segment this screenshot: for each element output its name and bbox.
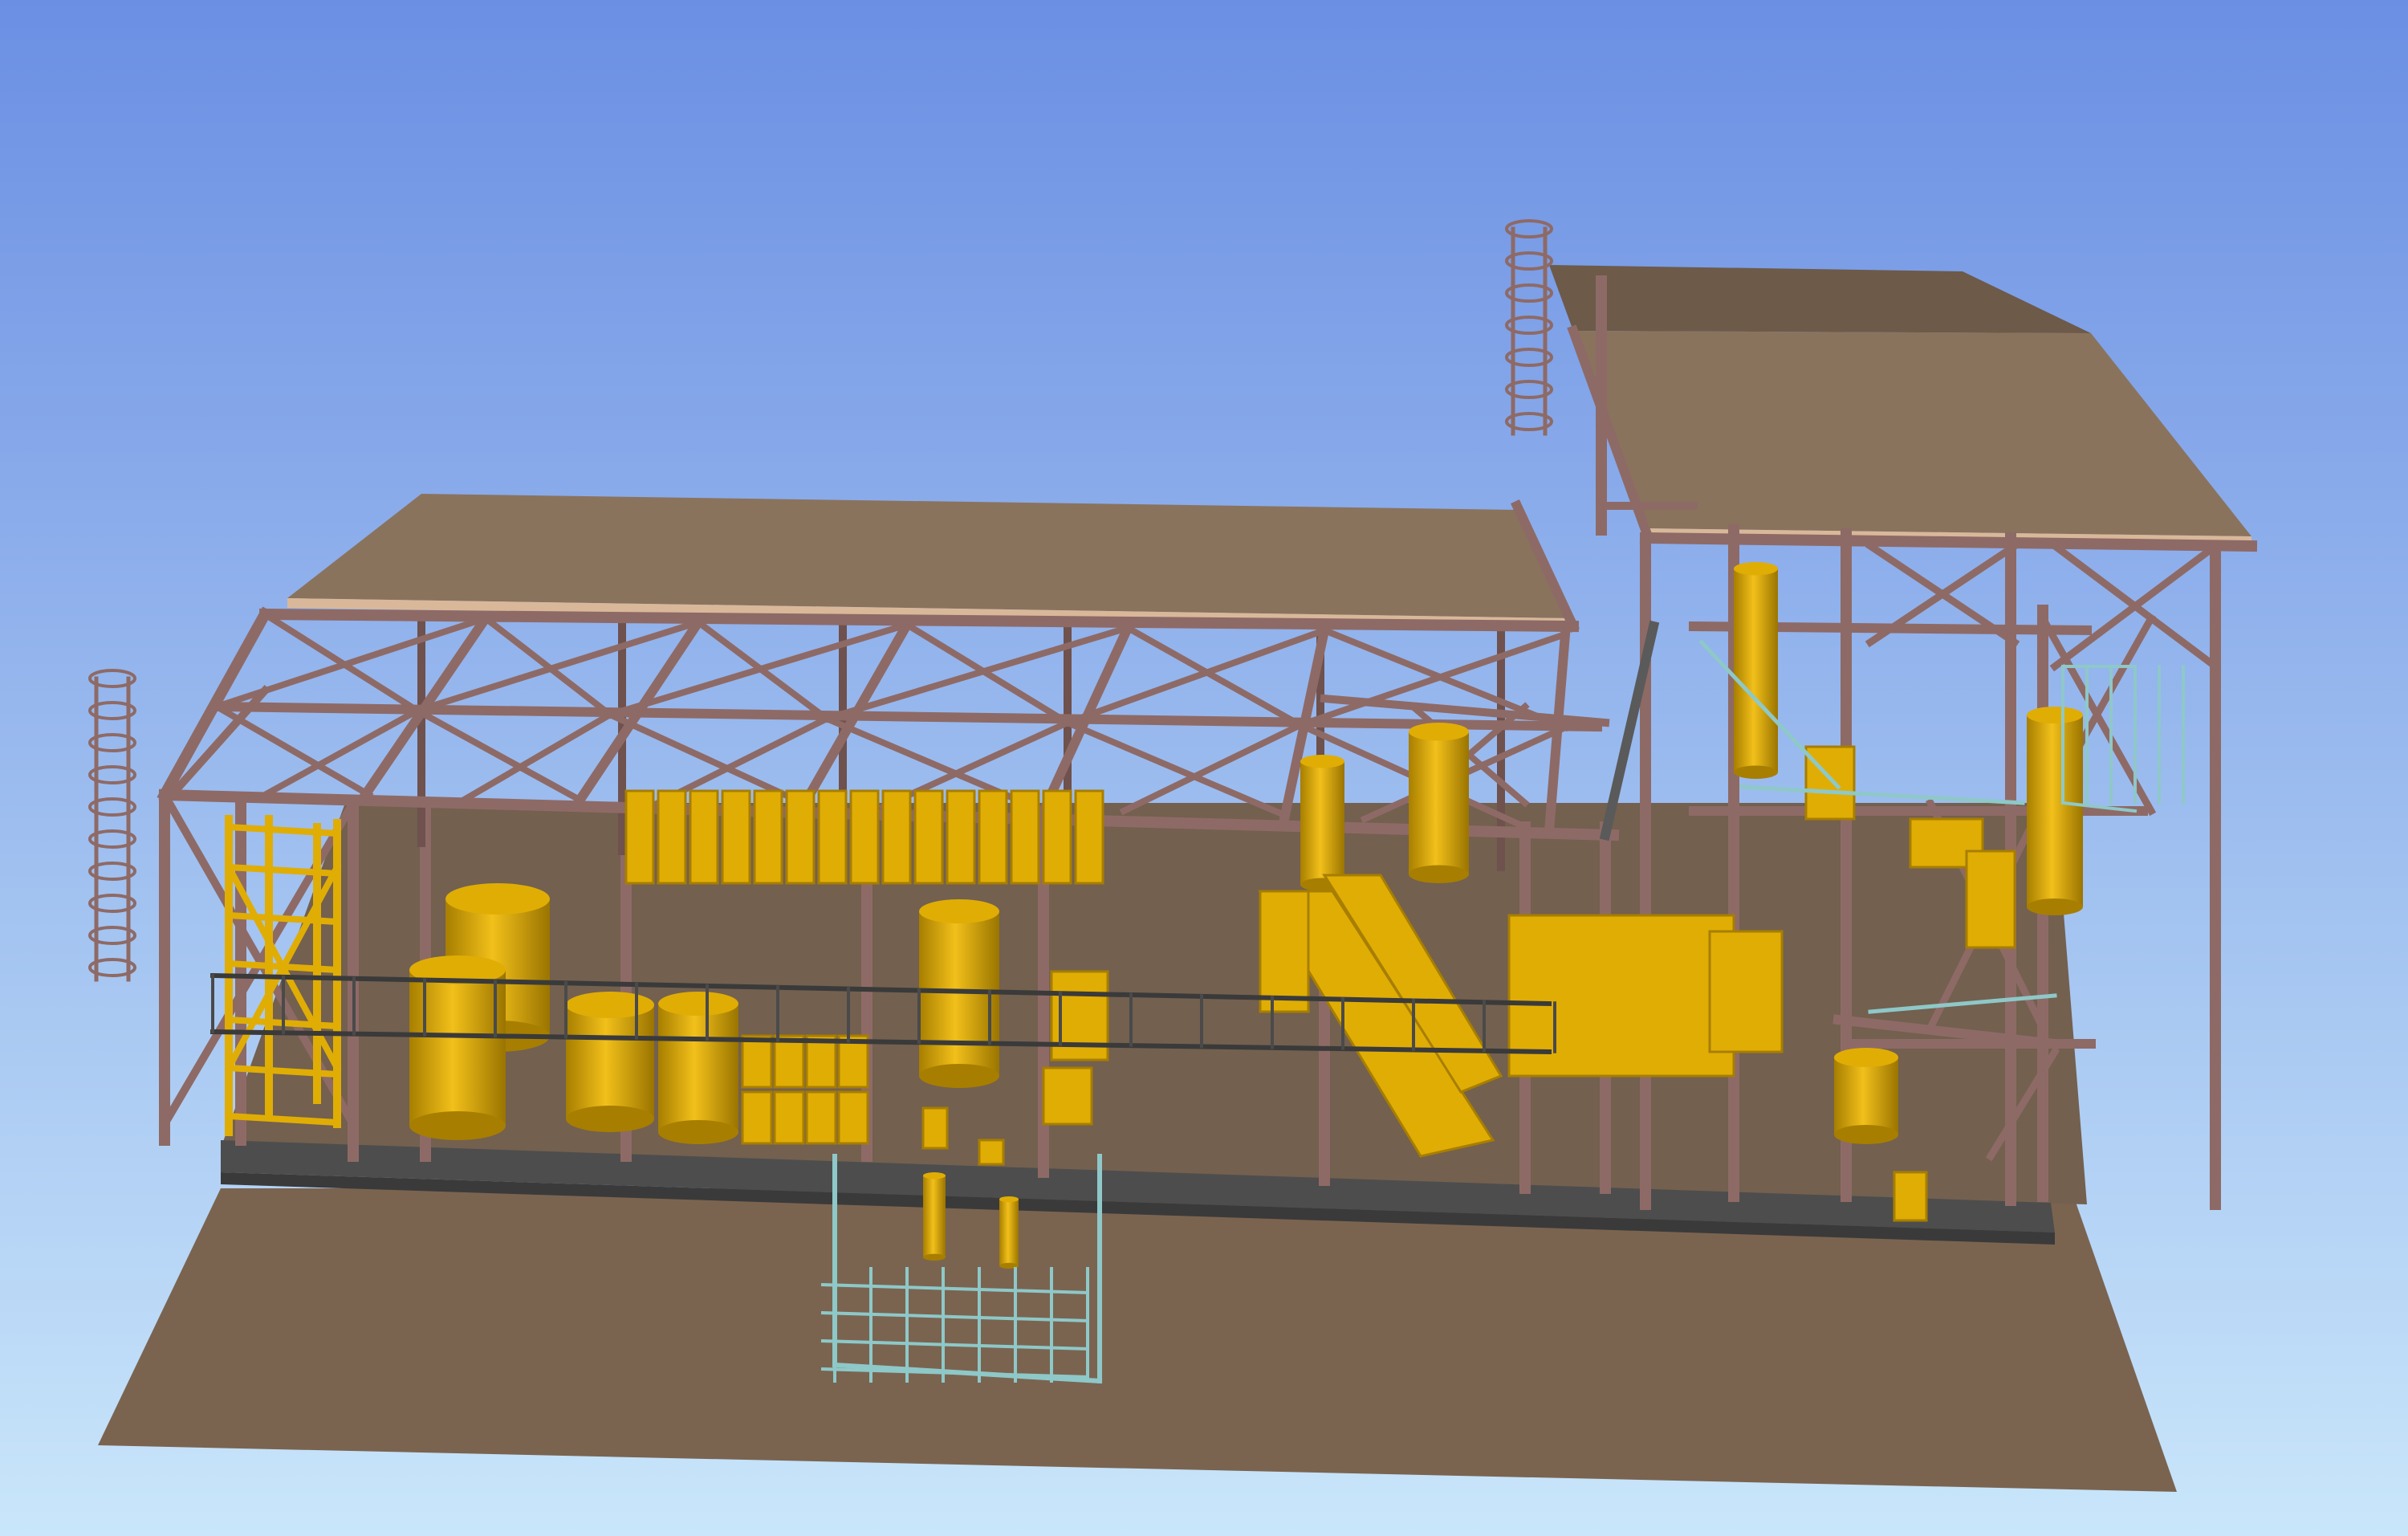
vessel-top <box>1834 1048 1898 1067</box>
pallet-stack <box>741 1034 773 1089</box>
electrical-cabinet <box>657 789 687 885</box>
column-vessel <box>1734 562 1778 779</box>
column-vessel-bottom <box>2027 898 2083 915</box>
vent-pipe-bottom <box>923 1253 946 1261</box>
electrical-cabinet <box>978 789 1008 885</box>
pallet-stack <box>837 1090 869 1145</box>
electrical-cabinet <box>881 789 912 885</box>
plant-3d-viewport[interactable] <box>0 0 2408 1536</box>
annex-equipment <box>1804 745 1856 821</box>
storage-tank-body <box>566 1004 654 1119</box>
storage-tank <box>566 992 654 1132</box>
main-roof <box>287 494 1569 618</box>
storage-tank-top <box>566 992 654 1018</box>
electrical-cabinet <box>1042 789 1072 885</box>
equipment-skid <box>921 1106 949 1150</box>
electrical-cabinet <box>721 789 751 885</box>
column-vessel <box>1300 755 1344 891</box>
vent-pipe <box>999 1196 1019 1269</box>
equipment-skid <box>1042 1066 1093 1126</box>
electrical-cabinet <box>1010 789 1040 885</box>
storage-tank-top <box>445 883 550 915</box>
column-vessel <box>2027 707 2083 915</box>
filter-press-drive <box>1708 930 1784 1053</box>
vessel-body <box>1834 1057 1898 1135</box>
pallet-stack <box>773 1090 805 1145</box>
column-vessel-body <box>1409 731 1469 874</box>
electrical-cabinet <box>913 789 944 885</box>
annex-equipment <box>1965 849 2016 949</box>
electrical-cabinet <box>849 789 880 885</box>
vessel <box>1834 1048 1898 1144</box>
vessel-bottom <box>1834 1125 1898 1144</box>
electrical-cabinet <box>624 789 655 885</box>
annex-top-beam <box>1639 532 2258 552</box>
electrical-cabinet <box>1074 789 1104 885</box>
storage-tank-bottom <box>919 1064 999 1088</box>
storage-tank-bottom <box>566 1106 654 1132</box>
storage-tank-bottom <box>409 1111 506 1140</box>
electrical-cabinet <box>817 789 848 885</box>
column-vessel-top <box>1734 562 1778 576</box>
vent-pipe <box>923 1172 946 1261</box>
storage-tank-bottom <box>658 1120 738 1144</box>
pallet-stack <box>741 1090 773 1145</box>
column-vessel-bottom <box>1409 865 1469 883</box>
column-vessel <box>1409 723 1469 883</box>
electrical-cabinet <box>946 789 976 885</box>
pallet-stack <box>805 1090 837 1145</box>
electrical-cabinet <box>753 789 783 885</box>
pallet-stack <box>805 1034 837 1089</box>
column-vessel-top <box>2027 707 2083 723</box>
electrical-cabinet <box>689 789 719 885</box>
column-vessel-body <box>1734 568 1778 772</box>
equipment-skid <box>978 1139 1005 1166</box>
storage-tank-body <box>658 1004 738 1132</box>
electrical-cabinet <box>785 789 816 885</box>
storage-tank <box>658 992 738 1144</box>
storage-tank-top <box>919 899 999 923</box>
hopper <box>1259 890 1310 1013</box>
vent-pipe-top <box>999 1196 1019 1203</box>
column-vessel-bottom <box>1734 765 1778 779</box>
column-vessel-body <box>1300 761 1344 885</box>
vent-pipe-body <box>923 1175 946 1257</box>
column-vessel-top <box>1300 755 1344 768</box>
column-vessel-body <box>2027 715 2083 907</box>
vent-pipe-body <box>999 1199 1019 1266</box>
annex-equipment <box>1893 1171 1928 1222</box>
vent-pipe-top <box>923 1172 946 1180</box>
storage-tank-top <box>658 992 738 1016</box>
pallet-stack <box>773 1034 805 1089</box>
column-vessel-top <box>1409 723 1469 741</box>
